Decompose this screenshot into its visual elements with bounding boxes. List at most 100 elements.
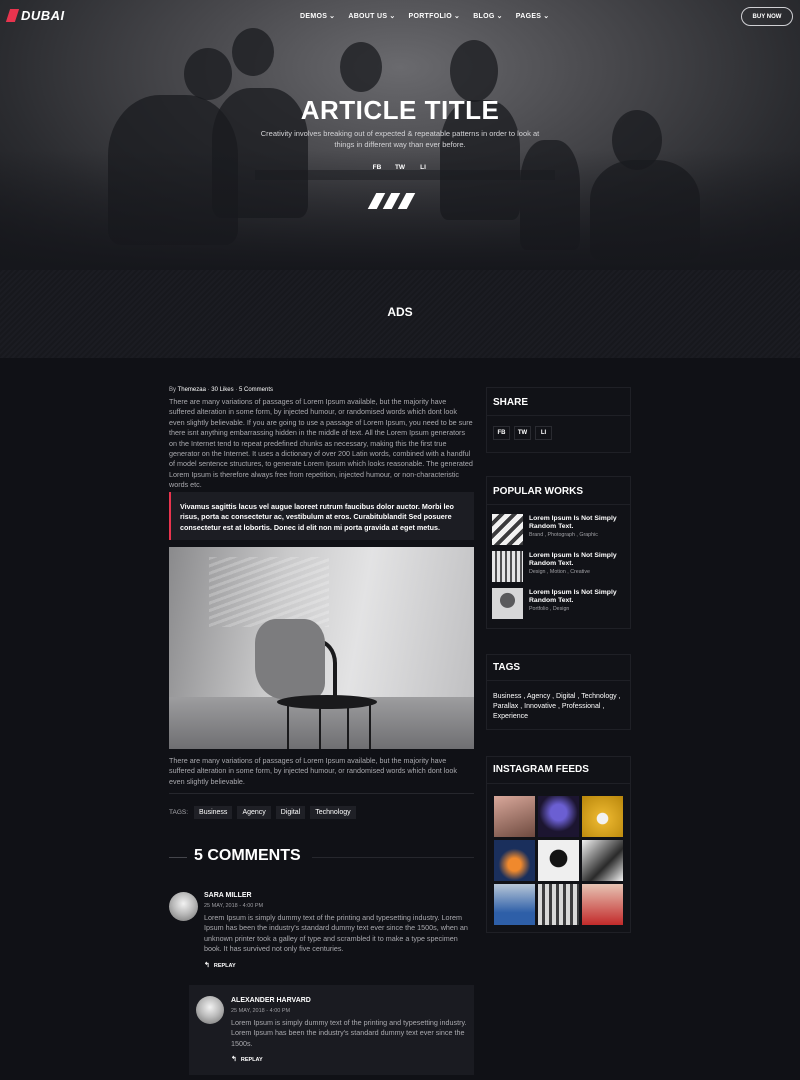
avatar bbox=[169, 892, 198, 921]
menu-item-pages[interactable]: PAGES ⌄ bbox=[516, 12, 550, 20]
popular-work-categories: Portfolio , Design bbox=[529, 606, 570, 612]
menu-item-label: DEMOS bbox=[300, 13, 328, 20]
heading-line bbox=[312, 857, 474, 858]
widget-title: SHARE bbox=[493, 397, 529, 408]
comment-date: 25 MAY, 2018 - 4:00 PM bbox=[204, 903, 264, 909]
instagram-photo[interactable] bbox=[538, 884, 579, 925]
tag-agency[interactable]: Agency bbox=[237, 806, 271, 819]
widget-separator bbox=[487, 415, 630, 416]
image-chair-leg bbox=[347, 705, 349, 749]
menu-item-demos[interactable]: DEMOS ⌄ bbox=[300, 12, 335, 20]
article-meta: By Themezaa · 30 Likes · 5 Comments bbox=[169, 387, 273, 393]
widget-title: INSTAGRAM FEEDS bbox=[493, 764, 589, 775]
menu-item-label: BLOG bbox=[473, 13, 495, 20]
instagram-photo[interactable] bbox=[582, 884, 623, 925]
comments-heading: 5 COMMENTS bbox=[194, 847, 301, 864]
share-twitter-button[interactable]: TW bbox=[514, 426, 531, 440]
buy-now-button[interactable]: BUY NOW bbox=[741, 7, 793, 26]
meta-likes[interactable]: 30 Likes bbox=[211, 387, 233, 393]
stripes-decoration-icon bbox=[367, 193, 416, 209]
popular-work-thumbnail bbox=[492, 514, 523, 545]
instagram-photo[interactable] bbox=[494, 840, 535, 881]
meta-comments[interactable]: 5 Comments bbox=[239, 387, 273, 393]
hero-subtitle: Creativity involves breaking out of expe… bbox=[260, 129, 540, 149]
popular-work-categories: Brand , Photograph , Graphic bbox=[529, 532, 598, 538]
meta-separator: · bbox=[235, 387, 238, 393]
article-image bbox=[169, 547, 474, 749]
article-paragraph: There are many variations of passages of… bbox=[169, 397, 473, 490]
image-light-shadow bbox=[209, 557, 329, 627]
reply-label: REPLAY bbox=[240, 1057, 263, 1063]
reply-arrow-icon: ↰ bbox=[231, 1056, 237, 1063]
comment-date: 25 MAY, 2018 - 4:00 PM bbox=[231, 1008, 291, 1014]
menu-item-label: PAGES bbox=[515, 13, 542, 20]
logo-text: DUBAI bbox=[21, 8, 65, 23]
menu-item-label: PORTFOLIO bbox=[408, 13, 453, 20]
tag-business[interactable]: Business bbox=[194, 806, 233, 819]
share-linkedin-button[interactable]: LI bbox=[535, 426, 552, 440]
tags-widget: TAGS Business , Agency , Digital , Techn… bbox=[486, 654, 631, 730]
instagram-photo[interactable] bbox=[494, 884, 535, 925]
image-chair-seat bbox=[277, 695, 377, 709]
widget-separator bbox=[487, 504, 630, 505]
instagram-photo[interactable] bbox=[538, 796, 579, 837]
comment-text: Lorem Ipsum is simply dummy text of the … bbox=[204, 913, 468, 954]
image-cloth bbox=[255, 619, 325, 699]
popular-work-title: Lorem Ipsum Is Not Simply Random Text. bbox=[529, 515, 617, 530]
ads-label: ADS bbox=[387, 305, 413, 319]
chevron-down-icon: ⌄ bbox=[389, 13, 396, 20]
image-chair-leg bbox=[369, 705, 371, 749]
instagram-photo[interactable] bbox=[582, 796, 623, 837]
instagram-photo[interactable] bbox=[538, 840, 579, 881]
menu-item-blog[interactable]: BLOG ⌄ bbox=[473, 12, 503, 20]
article-tags: TAGS: Business Agency Digital Technology bbox=[169, 806, 356, 819]
hero-photo-person bbox=[450, 40, 498, 102]
popular-work-thumbnail bbox=[492, 551, 523, 582]
page-title: ARTICLE TITLE bbox=[300, 95, 500, 125]
widget-separator bbox=[487, 783, 630, 784]
hero-photo-person bbox=[340, 42, 382, 92]
comment-author: SARA MILLER bbox=[204, 892, 252, 899]
tag-digital[interactable]: Digital bbox=[275, 806, 306, 819]
reply-arrow-icon: ↰ bbox=[204, 962, 210, 969]
reply-button[interactable]: ↰ REPLAY bbox=[231, 1055, 263, 1063]
popular-work-categories: Design , Motion , Creative bbox=[529, 569, 590, 575]
meta-by: By bbox=[169, 387, 177, 393]
share-widget: SHARE FB TW LI bbox=[486, 387, 631, 453]
widget-title: TAGS bbox=[493, 662, 521, 673]
instagram-photo[interactable] bbox=[582, 840, 623, 881]
tags-label: TAGS: bbox=[169, 809, 189, 816]
chevron-down-icon: ⌄ bbox=[329, 13, 336, 20]
image-chair-leg bbox=[319, 705, 321, 749]
top-nav: DUBAI DEMOS ⌄ ABOUT US ⌄ PORTFOLIO ⌄ BLOG ⌄ … bbox=[0, 0, 800, 34]
facebook-link[interactable]: FB bbox=[369, 161, 386, 174]
menu-item-portfolio[interactable]: PORTFOLIO ⌄ bbox=[408, 12, 460, 20]
logo[interactable]: DUBAI bbox=[5, 8, 65, 23]
meta-separator: · bbox=[207, 387, 210, 393]
divider bbox=[169, 793, 474, 794]
hero-photo-person bbox=[184, 48, 232, 100]
menu-item-about-us[interactable]: ABOUT US ⌄ bbox=[348, 12, 395, 20]
chevron-down-icon: ⌄ bbox=[454, 13, 461, 20]
main-menu: DEMOS ⌄ ABOUT US ⌄ PORTFOLIO ⌄ BLOG ⌄ PAGES ⌄ bbox=[300, 12, 549, 20]
menu-item-label: ABOUT US bbox=[348, 13, 388, 20]
share-facebook-button[interactable]: FB bbox=[493, 426, 510, 440]
tag-technology[interactable]: Technology bbox=[310, 806, 356, 819]
instagram-photo[interactable] bbox=[494, 796, 535, 837]
widget-title: POPULAR WORKS bbox=[493, 486, 583, 497]
article-paragraph: There are many variations of passages of… bbox=[169, 756, 457, 786]
sidebar-tag-list[interactable]: Business , Agency , Digital , Technology… bbox=[493, 692, 629, 723]
widget-separator bbox=[487, 680, 630, 681]
linkedin-link[interactable]: LI bbox=[415, 161, 432, 174]
popular-work-title: Lorem Ipsum Is Not Simply Random Text. bbox=[529, 552, 617, 567]
logo-mark-icon bbox=[5, 9, 20, 22]
comment-author: ALEXANDER HARVARD bbox=[231, 997, 311, 1004]
reply-button[interactable]: ↰ REPLAY bbox=[204, 961, 236, 969]
twitter-link[interactable]: TW bbox=[392, 161, 409, 174]
heading-line bbox=[169, 857, 187, 858]
meta-author-link[interactable]: Themezaa bbox=[178, 387, 206, 393]
instagram-grid bbox=[494, 796, 623, 925]
hero-photo-person bbox=[590, 160, 700, 260]
hero-social-links: FB TW LI bbox=[0, 161, 800, 174]
avatar bbox=[196, 996, 224, 1024]
